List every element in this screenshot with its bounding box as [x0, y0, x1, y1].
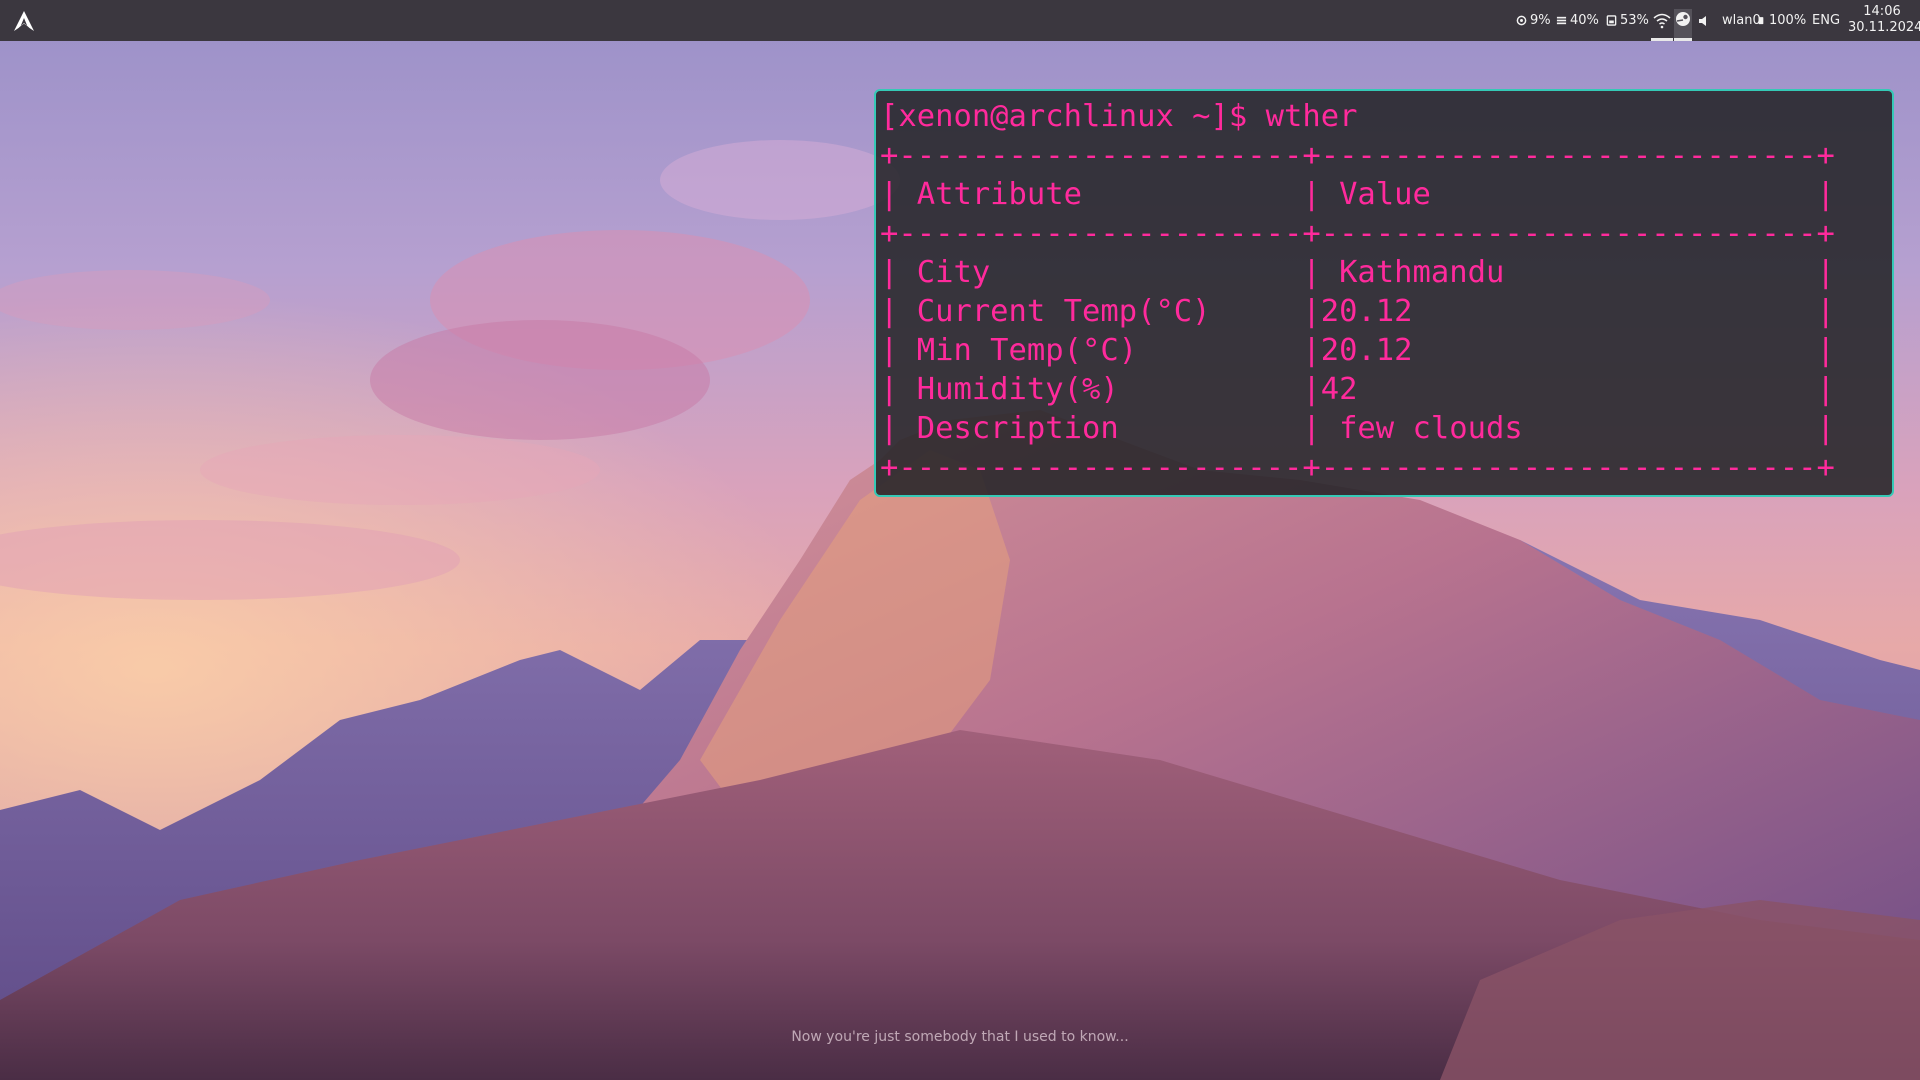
- wifi-active-indicator: [1651, 38, 1673, 41]
- cpu-usage-indicator[interactable]: 9%: [1516, 0, 1551, 41]
- table-header-row: | Attribute | Value |: [880, 177, 1835, 212]
- arch-linux-logo-icon[interactable]: [12, 9, 36, 33]
- memory-icon: [1556, 16, 1567, 25]
- terminal-prompt-line: [xenon@archlinux ~]$ wther: [880, 99, 1358, 134]
- table-row-humidity: | Humidity(%) |42 |: [880, 372, 1835, 407]
- table-header-border: +----------------------+----------------…: [880, 216, 1835, 251]
- table-row-min-temp: | Min Temp(°C) |20.12 |: [880, 333, 1835, 368]
- clock[interactable]: 14:06 30.11.2024: [1848, 4, 1920, 36]
- memory-usage-value: 40%: [1570, 13, 1599, 28]
- top-panel: 9% 40% 53% wlan0 100% ENG 14:06 30.11.20…: [0, 0, 1920, 41]
- battery-indicator[interactable]: 100%: [1758, 0, 1806, 41]
- disk-icon: [1606, 15, 1617, 26]
- desktop: 9% 40% 53% wlan0 100% ENG 14:06 30.11.20…: [0, 0, 1920, 1080]
- network-indicator[interactable]: wlan0: [1722, 0, 1761, 41]
- table-row-city: | City | Kathmandu |: [880, 255, 1835, 290]
- keyboard-layout-indicator[interactable]: ENG: [1812, 0, 1840, 41]
- table-row-description: | Description | few clouds |: [880, 411, 1835, 446]
- wifi-icon: [1653, 13, 1671, 29]
- now-playing-lyrics: Now you're just somebody that I used to …: [791, 1029, 1129, 1045]
- table-row-current-temp: | Current Temp(°C) |20.12 |: [880, 294, 1835, 329]
- terminal-window[interactable]: [xenon@archlinux ~]$ wther +------------…: [874, 89, 1894, 497]
- cpu-usage-value: 9%: [1530, 13, 1551, 28]
- network-interface-label: wlan0: [1722, 13, 1761, 28]
- table-top-border: +----------------------+----------------…: [880, 138, 1835, 173]
- table-bottom-border: +----------------------+----------------…: [880, 450, 1835, 485]
- memory-usage-indicator[interactable]: 40%: [1556, 0, 1599, 41]
- wifi-tray-button[interactable]: [1651, 9, 1673, 41]
- steam-icon: [1676, 12, 1690, 26]
- disk-usage-value: 53%: [1620, 13, 1649, 28]
- battery-level-value: 100%: [1769, 13, 1807, 28]
- steam-active-indicator: [1674, 38, 1692, 41]
- disk-usage-indicator[interactable]: 53%: [1606, 0, 1649, 41]
- cpu-icon: [1516, 15, 1527, 26]
- terminal-output[interactable]: [xenon@archlinux ~]$ wther +------------…: [880, 97, 1835, 487]
- battery-icon: [1758, 17, 1764, 25]
- volume-icon[interactable]: [1697, 14, 1711, 28]
- clock-time: 14:06: [1863, 4, 1901, 19]
- clock-date: 30.11.2024: [1848, 20, 1920, 35]
- steam-tray-button[interactable]: [1674, 9, 1692, 41]
- keyboard-layout-label: ENG: [1812, 13, 1841, 28]
